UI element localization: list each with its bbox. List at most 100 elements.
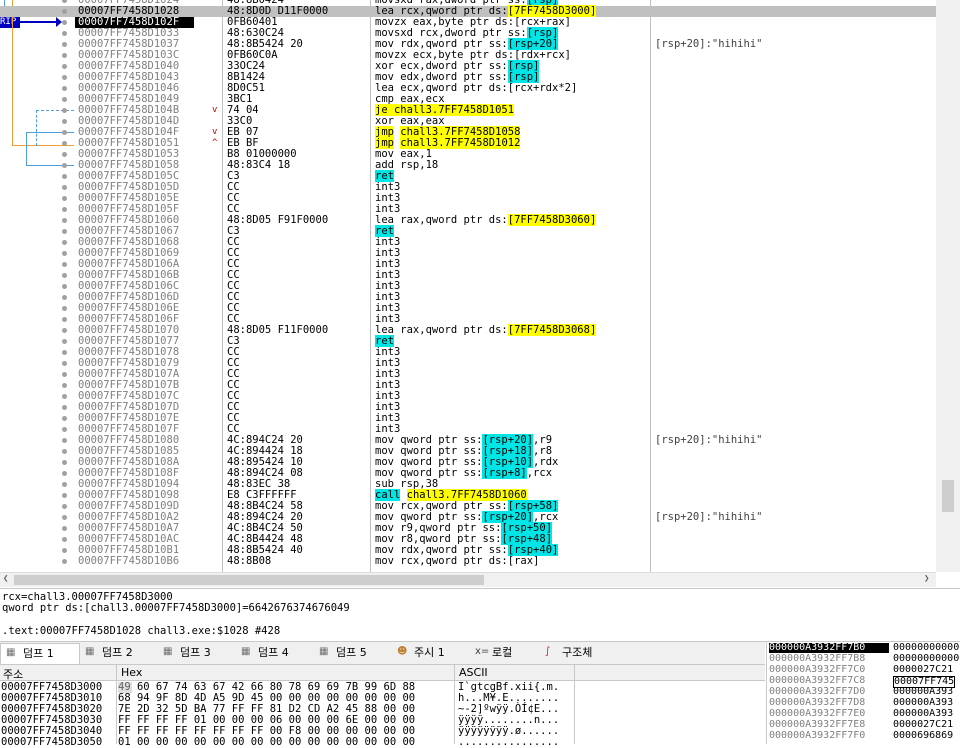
stack-row[interactable]: 000000A3932FF7D8 000000A393 xyxy=(767,698,960,708)
stack-row[interactable]: 000000A3932FF7B0 0000000000000 xyxy=(767,643,960,653)
tab-dump-4[interactable]: ▦ 덤프 4 xyxy=(236,643,312,663)
breakpoint-dot-icon[interactable] xyxy=(62,130,67,135)
stack-row[interactable]: 000000A3932FF7C0 0000027C21 xyxy=(767,665,960,675)
breakpoint-dot-icon[interactable] xyxy=(62,273,67,278)
breakpoint-dot-icon[interactable] xyxy=(62,317,67,322)
tab-watch-6[interactable]: ☻ 주시 1 xyxy=(392,643,468,663)
breakpoint-dot-icon[interactable] xyxy=(62,482,67,487)
dump-hex: 01 00 00 00 00 00 00 00 00 00 00 00 00 0… xyxy=(118,736,416,748)
breakpoint-dot-icon[interactable] xyxy=(62,361,67,366)
column-separator xyxy=(650,0,651,572)
breakpoint-dot-icon[interactable] xyxy=(62,86,67,91)
breakpoint-dot-icon[interactable] xyxy=(62,251,67,256)
dump-ascii: ................ xyxy=(458,736,560,748)
jump-down-icon: v xyxy=(212,105,218,115)
stack-view[interactable]: 000000A3932FF7B00000000000000000000A3932… xyxy=(766,642,960,744)
breakpoint-dot-icon[interactable] xyxy=(62,416,67,421)
breakpoint-dot-icon[interactable] xyxy=(62,20,67,25)
breakpoint-dot-icon[interactable] xyxy=(62,185,67,190)
breakpoint-dot-icon[interactable] xyxy=(62,196,67,201)
breakpoint-dot-icon[interactable] xyxy=(62,97,67,102)
breakpoint-dot-icon[interactable] xyxy=(62,504,67,509)
breakpoint-dot-icon[interactable] xyxy=(62,548,67,553)
column-header-hex[interactable]: Hex xyxy=(121,666,142,679)
breakpoint-dot-icon[interactable] xyxy=(62,229,67,234)
horizontal-scrollbar[interactable]: ❮ ❯ xyxy=(0,572,936,587)
breakpoint-dot-icon[interactable] xyxy=(62,42,67,47)
tab-label: 덤프 4 xyxy=(258,646,289,659)
breakpoint-dot-icon[interactable] xyxy=(62,405,67,410)
tab-dump-5[interactable]: ▦ 덤프 5 xyxy=(314,643,390,663)
breakpoint-dot-icon[interactable] xyxy=(62,515,67,520)
breakpoint-dot-icon[interactable] xyxy=(62,9,67,14)
stack-address: 000000A3932FF7E8 xyxy=(769,719,866,730)
scroll-left-icon[interactable]: ❮ xyxy=(3,574,8,584)
breakpoint-dot-icon[interactable] xyxy=(62,372,67,377)
column-header-address[interactable]: 주소 xyxy=(3,666,23,682)
breakpoint-dot-icon[interactable] xyxy=(62,328,67,333)
tab-label: 주시 1 xyxy=(414,646,445,659)
scroll-right-icon[interactable]: ❯ xyxy=(924,574,929,584)
selected-byte[interactable] xyxy=(118,682,132,693)
breakpoint-dot-icon[interactable] xyxy=(62,339,67,344)
breakpoint-dot-icon[interactable] xyxy=(62,174,67,179)
breakpoint-dot-icon[interactable] xyxy=(62,108,67,113)
breakpoint-dot-icon[interactable] xyxy=(62,284,67,289)
tab-dump-2[interactable]: ▦ 덤프 2 xyxy=(80,643,156,663)
breakpoint-dot-icon[interactable] xyxy=(62,64,67,69)
breakpoint-dot-icon[interactable] xyxy=(62,449,67,454)
breakpoint-dot-icon[interactable] xyxy=(62,119,67,124)
breakpoint-dot-icon[interactable] xyxy=(62,537,67,542)
breakpoint-dot-icon[interactable] xyxy=(62,75,67,80)
dump-icon: ▦ xyxy=(241,646,251,657)
tab-dump-3[interactable]: ▦ 덤프 3 xyxy=(158,643,234,663)
stack-address: 000000A3932FF7C0 xyxy=(769,664,866,675)
breakpoint-dot-icon[interactable] xyxy=(62,141,67,146)
breakpoint-dot-icon[interactable] xyxy=(62,295,67,300)
stack-row[interactable]: 000000A3932FF7E8 0000027C21 xyxy=(767,720,960,730)
breakpoint-dot-icon[interactable] xyxy=(62,438,67,443)
breakpoint-dot-icon[interactable] xyxy=(62,163,67,168)
breakpoint-dot-icon[interactable] xyxy=(62,0,67,3)
dump-row[interactable]: 00007FF7458D3050 01 00 00 00 00 00 00 00 … xyxy=(0,737,765,748)
stack-row[interactable]: 000000A3932FF7E0 000000A393 xyxy=(767,709,960,719)
breakpoint-dot-icon[interactable] xyxy=(62,262,67,267)
stack-address: 000000A3932FF7D8 xyxy=(769,697,866,708)
breakpoint-dot-icon[interactable] xyxy=(62,394,67,399)
breakpoint-dot-icon[interactable] xyxy=(62,152,67,157)
vertical-scrollbar[interactable] xyxy=(936,0,960,572)
stack-row[interactable]: 000000A3932FF7D0 000000A393 xyxy=(767,687,960,697)
tab-struct-8[interactable]: ∫ 구조체 xyxy=(540,643,620,663)
stack-address: 000000A3932FF7D0 xyxy=(769,686,866,697)
tab-label: 덤프 3 xyxy=(180,646,211,659)
stack-row[interactable]: 000000A3932FF7B8 0000000000000 xyxy=(767,654,960,664)
breakpoint-dot-icon[interactable] xyxy=(62,306,67,311)
stack-row[interactable]: 000000A3932FF7C8 00007FF745 xyxy=(767,676,960,688)
breakpoint-dot-icon[interactable] xyxy=(62,218,67,223)
scroll-thumb[interactable] xyxy=(14,575,484,585)
breakpoint-dot-icon[interactable] xyxy=(62,493,67,498)
column-header-ascii[interactable]: ASCII xyxy=(459,666,488,679)
breakpoint-dot-icon[interactable] xyxy=(62,31,67,36)
column-separator xyxy=(370,0,371,572)
scroll-thumb[interactable] xyxy=(942,480,954,512)
breakpoint-dot-icon[interactable] xyxy=(62,350,67,355)
breakpoint-dot-icon[interactable] xyxy=(62,471,67,476)
breakpoint-dot-icon[interactable] xyxy=(62,383,67,388)
tab-dump-1[interactable]: ▦ 덤프 1 xyxy=(0,643,80,664)
breakpoint-dot-icon[interactable] xyxy=(62,460,67,465)
breakpoint-dot-icon[interactable] xyxy=(62,240,67,245)
stack-row[interactable]: 000000A3932FF7F0 0000696869 xyxy=(767,731,960,741)
breakpoint-dot-icon[interactable] xyxy=(62,526,67,531)
tab-locals-7[interactable]: x= 로컬 xyxy=(470,643,538,663)
breakpoint-dot-icon[interactable] xyxy=(62,559,67,564)
breakpoint-dot-icon[interactable] xyxy=(62,207,67,212)
disasm-row[interactable]: 00007FF7458D10B6 48:8B08 mov rcx,qword ptr… xyxy=(0,556,936,567)
jump-up-icon: ^ xyxy=(212,138,218,148)
disassembly-view[interactable]: RIP 00007FF7458D1024 48:8B0424 movsxd rax,… xyxy=(0,0,960,572)
tab-label: 덤프 2 xyxy=(102,646,133,659)
breakpoint-dot-icon[interactable] xyxy=(62,53,67,58)
hex-dump-view[interactable]: 주소 Hex ASCII 00007FF7458D3000 49 60 67 74… xyxy=(0,665,765,748)
breakpoint-dot-icon[interactable] xyxy=(62,427,67,432)
dump-icon: ▦ xyxy=(319,646,329,657)
